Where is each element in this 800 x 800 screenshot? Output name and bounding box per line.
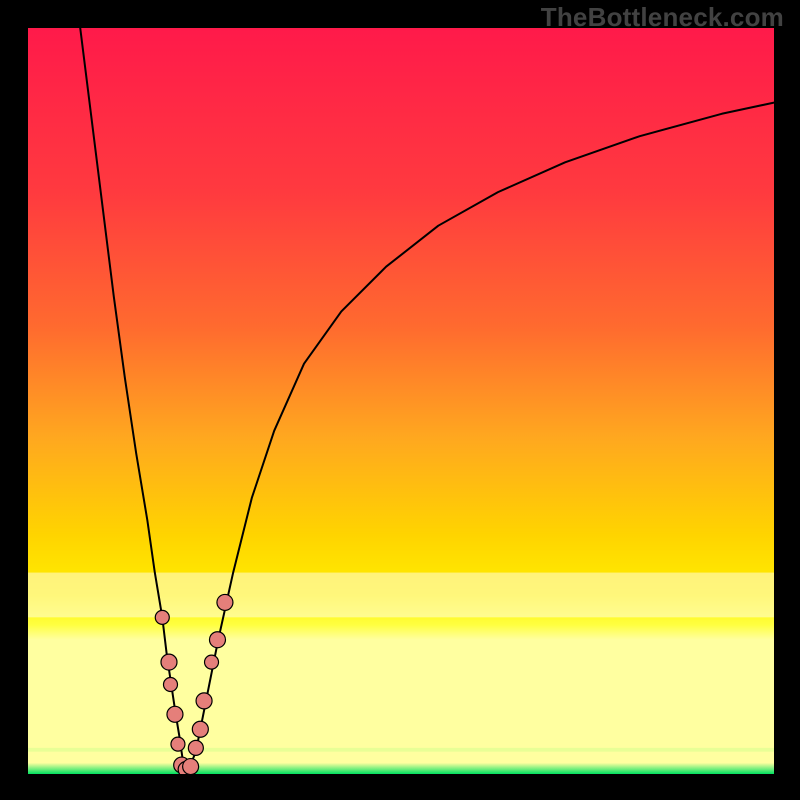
marker-point xyxy=(155,610,169,624)
marker-point xyxy=(161,654,177,670)
marker-point xyxy=(183,759,199,774)
plot-area xyxy=(28,28,774,774)
chart-frame: TheBottleneck.com xyxy=(0,0,800,800)
marker-point xyxy=(205,655,219,669)
marker-point xyxy=(217,594,233,610)
marker-point xyxy=(171,737,185,751)
marker-point xyxy=(188,740,203,755)
gradient-background xyxy=(28,28,774,774)
marker-point xyxy=(192,721,208,737)
marker-point xyxy=(167,706,183,722)
watermark-text: TheBottleneck.com xyxy=(541,2,784,33)
marker-point xyxy=(163,677,177,691)
transition-stripe xyxy=(28,748,774,752)
chart-svg xyxy=(28,28,774,774)
pale-band xyxy=(28,573,774,618)
marker-point xyxy=(196,693,212,709)
marker-point xyxy=(209,632,225,648)
